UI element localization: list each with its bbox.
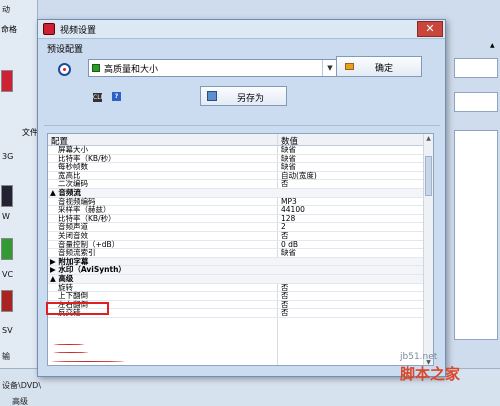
arrow-right-icon xyxy=(345,63,354,70)
advanced-highlight-box xyxy=(46,302,109,315)
property-name: 上下翻倒 xyxy=(58,291,88,301)
watermark-brand: 脚本之家 xyxy=(400,365,461,383)
bg-label-top: 动 xyxy=(2,5,10,14)
bg-label-vc: VC xyxy=(2,270,14,279)
close-button[interactable]: ✕ xyxy=(417,21,443,37)
background-right-panel: ▲ xyxy=(446,0,500,406)
bg-label-sv: SV xyxy=(2,326,13,335)
grid-category-row[interactable]: ▶ 水印（AviSynth） xyxy=(48,266,424,275)
grid-header: 配置 数值 xyxy=(48,134,424,147)
ok-button-label: 确定 xyxy=(375,64,394,74)
grid-property-row[interactable]: 宽高比 自动(宽度) xyxy=(48,171,424,181)
cli-icon[interactable]: CLI xyxy=(93,93,102,102)
video-settings-dialog: 视频设置 ✕ 预设配置 高质量和大小 ▼ 确定 CLI ? 另存为 配置 数值 … xyxy=(37,19,446,377)
grid-property-row[interactable]: 比特率（KB/秒） 128 xyxy=(48,214,424,224)
preset-label: 预设配置 xyxy=(47,45,84,55)
property-value[interactable]: 否 xyxy=(281,292,289,300)
bg-list-header: 文件 xyxy=(22,128,38,137)
bg-label-3g: 3G xyxy=(2,152,14,161)
grid-category-row[interactable]: ▲ 音频流 xyxy=(48,187,424,198)
bg-bottom-path: 设备\DVD\ xyxy=(2,381,42,390)
chevron-down-icon[interactable]: ▼ xyxy=(322,60,337,76)
property-value[interactable]: 44100 xyxy=(281,206,305,214)
property-value[interactable]: 缺省 xyxy=(281,146,296,154)
save-as-label: 另存为 xyxy=(237,94,265,104)
preset-value: 高质量和大小 xyxy=(104,65,159,75)
scroll-thumb[interactable] xyxy=(425,156,432,196)
bg-right-list[interactable] xyxy=(454,130,498,340)
property-name: 关闭音效 xyxy=(58,230,88,240)
scroll-up-icon[interactable]: ▲ xyxy=(424,134,433,143)
bg-bottom-advanced[interactable]: 高级 xyxy=(12,396,28,406)
bg-right-field-2[interactable] xyxy=(454,92,498,112)
bg-right-arrow-icon[interactable]: ▲ xyxy=(490,42,495,49)
bg-label-w: W xyxy=(2,212,10,221)
grid-property-row[interactable]: 上下翻倒 否 xyxy=(48,292,424,301)
bg-thumb-2[interactable] xyxy=(1,185,13,207)
property-value[interactable]: 否 xyxy=(281,231,289,240)
property-name: ▲ 高级 xyxy=(50,273,74,283)
save-as-button[interactable]: 另存为 xyxy=(200,86,287,106)
property-name: 每秒帧数 xyxy=(58,162,88,172)
help-icon[interactable]: ? xyxy=(112,92,121,101)
grid-property-row[interactable]: 每秒帧数 缺省 xyxy=(48,163,424,172)
dialog-title: 视频设置 xyxy=(60,26,97,36)
grid-property-row[interactable]: 二次编码否 xyxy=(48,180,424,189)
bg-right-field-1[interactable] xyxy=(454,58,498,78)
bg-label-output: 输 xyxy=(2,352,10,361)
grid-scrollbar[interactable]: ▲ ▼ xyxy=(423,134,433,365)
ok-button[interactable]: 确定 xyxy=(336,56,422,77)
grid-property-row[interactable]: 比特率（KB/秒） 缺省 xyxy=(48,154,424,164)
bg-top-label: 命格 xyxy=(1,25,17,34)
watermark-site: jb51.net xyxy=(400,352,438,362)
preset-green-icon xyxy=(92,64,100,72)
underline-scribble-2 xyxy=(54,351,88,353)
bg-thumb-1[interactable] xyxy=(1,70,13,92)
property-value[interactable]: 缺省 xyxy=(281,163,296,171)
grid-property-row[interactable]: 旋转否 xyxy=(48,283,424,293)
property-name: 采样率（赫兹） xyxy=(58,205,111,215)
preset-select[interactable]: 高质量和大小 ▼ xyxy=(88,59,338,77)
property-value[interactable]: 缺省 xyxy=(281,249,296,257)
close-icon: ✕ xyxy=(425,22,435,35)
save-icon xyxy=(207,91,217,101)
underline-scribble-3 xyxy=(52,360,124,362)
bg-thumb-3[interactable] xyxy=(1,238,13,260)
disc-icon xyxy=(58,63,71,76)
grid-property-row[interactable]: 音频流索引 缺省 xyxy=(48,249,424,258)
grid-category-row[interactable]: ▲ 高级 xyxy=(48,273,424,284)
app-icon xyxy=(43,23,55,35)
dialog-titlebar[interactable]: 视频设置 ✕ xyxy=(38,20,445,39)
property-value[interactable]: 否 xyxy=(281,309,289,317)
property-name: ▲ 音频流 xyxy=(50,187,81,197)
underline-scribble-1 xyxy=(54,343,84,345)
bg-thumb-4[interactable] xyxy=(1,290,13,312)
background-left-panel: 动 3G W VC SV 输 xyxy=(0,0,38,406)
divider xyxy=(44,125,440,126)
property-name: 音频流索引 xyxy=(58,248,96,258)
grid-rows: 屏幕大小 缺省 比特率（KB/秒） 缺省 每秒帧数 缺省 宽高比 自动(宽度) 二次编码否 ▲ 音… xyxy=(48,146,424,318)
grid-property-row[interactable]: 音量控制（+dB） 0 dB xyxy=(48,240,424,250)
property-name: 屏幕大小 xyxy=(58,145,88,154)
grid-property-row[interactable]: 音频声道 2 xyxy=(48,223,424,232)
property-grid[interactable]: 配置 数值 屏幕大小 缺省 比特率（KB/秒） 缺省 每秒帧数 缺省 宽高比 自动(宽度) 二次… xyxy=(47,133,434,366)
property-value[interactable]: 否 xyxy=(281,180,289,188)
